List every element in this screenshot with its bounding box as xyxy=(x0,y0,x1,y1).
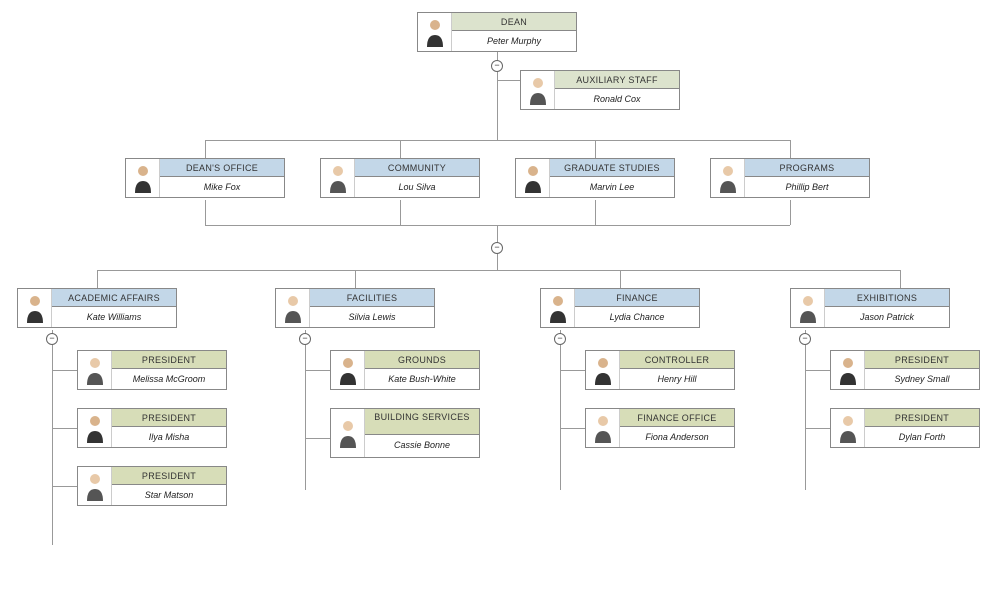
avatar xyxy=(276,289,310,327)
node-name: Lydia Chance xyxy=(575,307,699,327)
avatar xyxy=(831,351,865,389)
node-community[interactable]: COMMUNITY Lou Silva xyxy=(320,158,480,198)
node-name: Sydney Small xyxy=(865,369,979,389)
node-title: PRESIDENT xyxy=(865,351,979,369)
node-title: COMMUNITY xyxy=(355,159,479,177)
node-name: Jason Patrick xyxy=(825,307,949,327)
toggle-finance[interactable]: − xyxy=(554,333,566,345)
node-president-4[interactable]: PRESIDENT Sydney Small xyxy=(830,350,980,390)
node-name: Ronald Cox xyxy=(555,89,679,109)
avatar xyxy=(78,351,112,389)
node-president-1[interactable]: PRESIDENT Melissa McGroom xyxy=(77,350,227,390)
avatar xyxy=(18,289,52,327)
avatar xyxy=(831,409,865,447)
avatar xyxy=(418,13,452,51)
node-president-3[interactable]: PRESIDENT Star Matson xyxy=(77,466,227,506)
node-title: FINANCE OFFICE xyxy=(620,409,734,427)
avatar xyxy=(78,467,112,505)
node-title: BUILDING SERVICES xyxy=(365,409,479,435)
node-title: PROGRAMS xyxy=(745,159,869,177)
node-title: ACADEMIC AFFAIRS xyxy=(52,289,176,307)
node-name: Fiona Anderson xyxy=(620,427,734,447)
node-president-2[interactable]: PRESIDENT Ilya Misha xyxy=(77,408,227,448)
avatar xyxy=(541,289,575,327)
node-name: Dylan Forth xyxy=(865,427,979,447)
toggle-facilities[interactable]: − xyxy=(299,333,311,345)
node-name: Cassie Bonne xyxy=(365,435,479,455)
node-title: DEAN xyxy=(452,13,576,31)
node-programs[interactable]: PROGRAMS Phillip Bert xyxy=(710,158,870,198)
node-name: Kate Bush-White xyxy=(365,369,479,389)
toggle-mid[interactable]: − xyxy=(491,242,503,254)
node-aux-staff[interactable]: AUXILIARY STAFF Ronald Cox xyxy=(520,70,680,110)
node-grounds[interactable]: GROUNDS Kate Bush-White xyxy=(330,350,480,390)
node-title: PRESIDENT xyxy=(112,351,226,369)
node-facilities[interactable]: FACILITIES Silvia Lewis xyxy=(275,288,435,328)
node-dean[interactable]: DEAN Peter Murphy xyxy=(417,12,577,52)
avatar xyxy=(126,159,160,197)
node-name: Mike Fox xyxy=(160,177,284,197)
toggle-dean[interactable]: − xyxy=(491,60,503,72)
node-title: EXHIBITIONS xyxy=(825,289,949,307)
node-title: GROUNDS xyxy=(365,351,479,369)
node-title: CONTROLLER xyxy=(620,351,734,369)
avatar xyxy=(521,71,555,109)
node-title: PRESIDENT xyxy=(865,409,979,427)
node-name: Henry Hill xyxy=(620,369,734,389)
node-academic-affairs[interactable]: ACADEMIC AFFAIRS Kate Williams xyxy=(17,288,177,328)
node-president-5[interactable]: PRESIDENT Dylan Forth xyxy=(830,408,980,448)
avatar xyxy=(321,159,355,197)
node-grad-studies[interactable]: GRADUATE STUDIES Marvin Lee xyxy=(515,158,675,198)
node-exhibitions[interactable]: EXHIBITIONS Jason Patrick xyxy=(790,288,950,328)
node-title: DEAN'S OFFICE xyxy=(160,159,284,177)
node-finance[interactable]: FINANCE Lydia Chance xyxy=(540,288,700,328)
node-name: Kate Williams xyxy=(52,307,176,327)
node-title: GRADUATE STUDIES xyxy=(550,159,674,177)
node-name: Silvia Lewis xyxy=(310,307,434,327)
node-title: PRESIDENT xyxy=(112,409,226,427)
node-name: Lou Silva xyxy=(355,177,479,197)
avatar xyxy=(586,351,620,389)
toggle-exhibitions[interactable]: − xyxy=(799,333,811,345)
avatar xyxy=(516,159,550,197)
node-name: Star Matson xyxy=(112,485,226,505)
node-title: FINANCE xyxy=(575,289,699,307)
node-building-services[interactable]: BUILDING SERVICES Cassie Bonne xyxy=(330,408,480,458)
node-name: Peter Murphy xyxy=(452,31,576,51)
toggle-academic[interactable]: − xyxy=(46,333,58,345)
avatar xyxy=(78,409,112,447)
node-deans-office[interactable]: DEAN'S OFFICE Mike Fox xyxy=(125,158,285,198)
avatar xyxy=(711,159,745,197)
node-title: FACILITIES xyxy=(310,289,434,307)
node-name: Melissa McGroom xyxy=(112,369,226,389)
avatar xyxy=(791,289,825,327)
node-controller[interactable]: CONTROLLER Henry Hill xyxy=(585,350,735,390)
node-name: Phillip Bert xyxy=(745,177,869,197)
avatar xyxy=(331,351,365,389)
node-finance-office[interactable]: FINANCE OFFICE Fiona Anderson xyxy=(585,408,735,448)
avatar xyxy=(331,409,365,457)
node-name: Marvin Lee xyxy=(550,177,674,197)
node-title: AUXILIARY STAFF xyxy=(555,71,679,89)
node-title: PRESIDENT xyxy=(112,467,226,485)
avatar xyxy=(586,409,620,447)
node-name: Ilya Misha xyxy=(112,427,226,447)
